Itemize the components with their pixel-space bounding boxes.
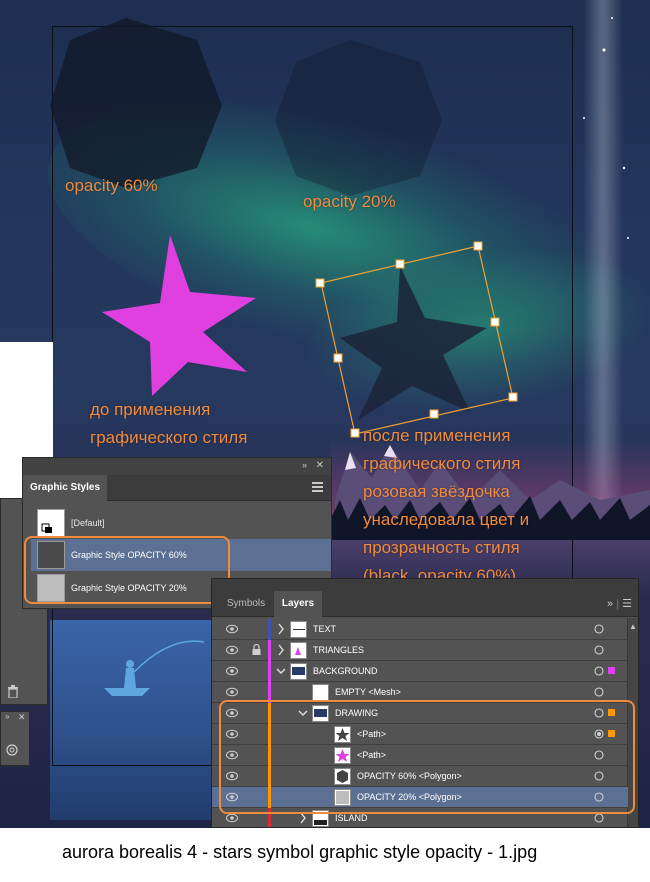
annotation-before-line: графического стиля [90,428,248,447]
hexagon-opacity-20[interactable] [275,40,442,196]
adjacent-panel-lower: » ✕ [0,711,30,766]
layer-name: BACKGROUND [313,666,378,676]
resize-handle[interactable] [490,317,500,327]
annotation-opacity-20: opacity 20% [303,192,396,211]
style-swatch-default [37,509,65,537]
selection-color-square[interactable] [608,667,615,674]
layer-row[interactable]: BACKGROUND [212,661,628,682]
annotation-after-line: после применения [363,426,511,445]
target-circle-icon[interactable] [594,687,604,697]
annotation-after-line: прозрачность стиля [363,538,520,557]
panel-title-bar[interactable] [212,579,638,591]
annotation-after-line: унаследовала цвет и [363,510,530,529]
visibility-eye-icon[interactable] [226,666,238,676]
resize-handle[interactable] [508,392,518,402]
sky-star [611,17,613,19]
tab-graphic-styles[interactable]: Graphic Styles [23,475,107,501]
pink-star[interactable] [102,235,256,396]
layer-name: EMPTY <Mesh> [335,687,401,697]
collapse-icon[interactable]: » [5,712,9,721]
highlight-layers [219,700,635,814]
style-label: [Default] [71,518,105,528]
tab-symbols[interactable]: Symbols [220,591,272,617]
annotation-before: до применения графического стиля [90,396,247,452]
visibility-eye-icon[interactable] [226,687,238,697]
annotation-before-line: до применения [90,400,211,419]
resize-handle[interactable] [315,278,325,288]
sky-star [583,117,585,119]
resize-handle[interactable] [429,409,439,419]
panel-title-bar[interactable]: » ✕ [23,458,331,475]
chevron-right-icon[interactable] [276,644,286,656]
layer-thumbnail [312,684,329,701]
layer-thumbnail [290,663,307,680]
layer-row[interactable]: TEXT [212,619,628,640]
fisherman-icon [126,660,134,668]
default-style-icon [41,523,52,533]
close-icon[interactable]: ✕ [18,712,26,723]
visibility-eye-icon[interactable] [226,813,238,823]
target-circle-icon[interactable] [594,813,604,823]
layer-name: TRIANGLES [313,645,365,655]
panel-tab-row: Symbols Layers » | ☰ [212,591,638,617]
panel-menu-icon[interactable]: ☰ [622,598,632,610]
panel-tab-row: Graphic Styles [23,475,331,501]
symbol-icon[interactable] [3,742,19,758]
layer-thumbnail [290,642,307,659]
tab-layers[interactable]: Layers [274,591,322,617]
layer-name: TEXT [313,624,337,634]
collapse-icon[interactable]: » [607,598,613,610]
hexagon-opacity-60[interactable] [50,18,222,188]
annotation-opacity-60: opacity 60% [65,176,158,195]
image-caption: aurora borealis 4 - stars symbol graphic… [62,842,538,862]
panel-menu-icon[interactable] [312,482,323,494]
sky-star [602,48,606,52]
annotation-after-line: графического стиля [363,454,521,473]
resize-handle[interactable] [333,353,343,363]
collapse-icon[interactable]: » [302,460,307,470]
panel-tools: » | ☰ [607,598,632,610]
sky-star [627,237,629,239]
chevron-right-icon[interactable] [276,623,286,635]
trash-icon[interactable] [7,685,19,698]
layer-thumbnail [290,621,307,638]
resize-handle[interactable] [350,428,360,438]
dark-star[interactable] [340,266,487,420]
layer-row[interactable]: TRIANGLES [212,640,628,661]
fishing-rod [133,640,205,673]
resize-handle[interactable] [473,241,483,251]
layer-color-bar [268,661,271,682]
close-icon[interactable]: ✕ [316,460,324,471]
graphic-style-default[interactable]: [Default] [31,507,331,539]
annotation-after: после применения графического стиля розо… [363,422,529,590]
visibility-eye-icon[interactable] [226,645,238,655]
annotation-after-line: розовая звёздочка [363,482,510,501]
layer-color-bar [268,640,271,661]
scroll-up-icon[interactable]: ▲ [629,622,637,631]
target-circle-icon[interactable] [594,666,604,676]
layer-color-bar [268,619,271,640]
visibility-eye-icon[interactable] [226,624,238,634]
resize-handle[interactable] [395,259,405,269]
target-circle-icon[interactable] [594,645,604,655]
lock-icon[interactable] [252,644,261,655]
target-circle-icon[interactable] [594,624,604,634]
boat-icon [104,688,150,696]
chevron-down-icon[interactable] [276,665,286,677]
highlight-styles [24,536,230,604]
sky-star [622,166,626,170]
